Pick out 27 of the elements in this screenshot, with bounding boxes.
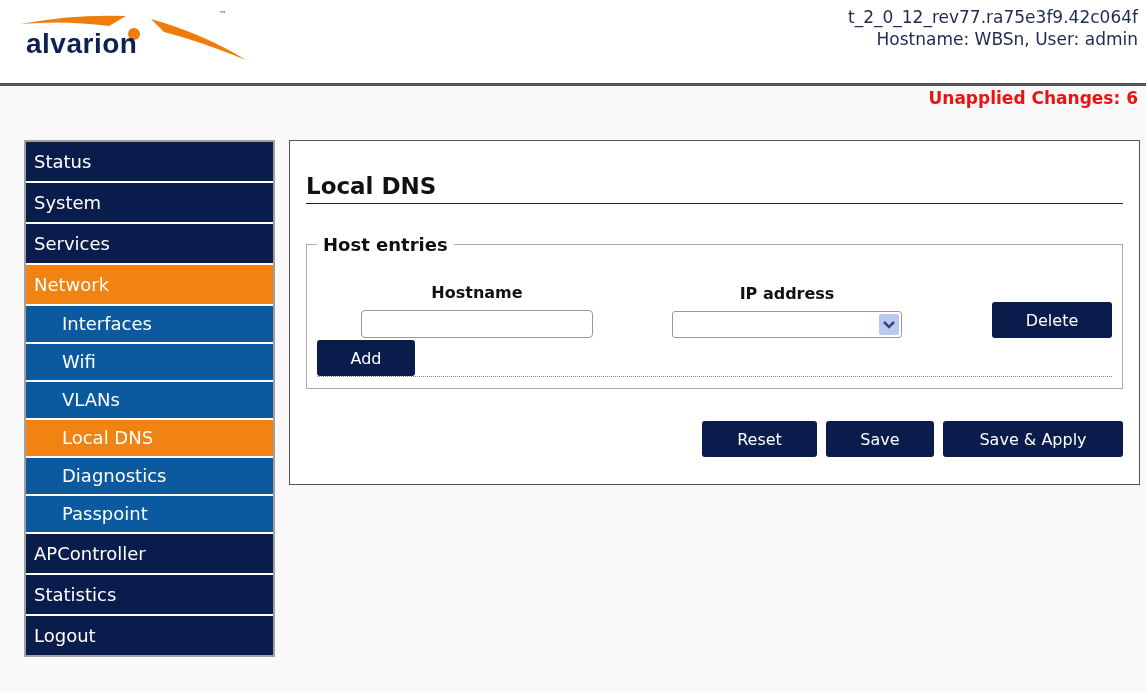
nav-item[interactable]: Interfaces	[26, 306, 273, 342]
ip-address-dropdown[interactable]	[672, 311, 902, 338]
nav-item[interactable]: VLANs	[26, 382, 273, 418]
action-button[interactable]: Save	[826, 421, 934, 457]
nav-item[interactable]: Diagnostics	[26, 458, 273, 494]
page-title: Local DNS	[306, 173, 1123, 204]
group-legend: Host entries	[317, 234, 454, 255]
nav-item[interactable]: Services	[26, 224, 273, 263]
version-text: t_2_0_12_rev77.ra75e3f9.42c064f	[847, 6, 1138, 28]
nav-item[interactable]: Passpoint	[26, 496, 273, 532]
session-text: Hostname: WBSn, User: admin	[875, 28, 1138, 50]
action-button[interactable]: Reset	[702, 421, 817, 457]
nav-item[interactable]: Logout	[26, 616, 273, 655]
nav-item[interactable]: Wifi	[26, 344, 273, 380]
hostname-field[interactable]	[361, 310, 593, 338]
nav-item[interactable]: Status	[26, 142, 273, 181]
add-button[interactable]: Add	[317, 340, 415, 376]
nav-item[interactable]: APController	[26, 534, 273, 573]
column-header: IP address	[739, 284, 835, 303]
trademark: ™	[219, 10, 227, 19]
unapplied-changes: Unapplied Changes: 6	[928, 88, 1138, 108]
nav-item[interactable]: System	[26, 183, 273, 222]
logo-text: alvarion	[26, 28, 138, 60]
action-button[interactable]: Save & Apply	[943, 421, 1123, 457]
delete-button[interactable]: Delete	[992, 302, 1112, 338]
nav-item[interactable]: Statistics	[26, 575, 273, 614]
column-header: Hostname	[431, 283, 523, 302]
